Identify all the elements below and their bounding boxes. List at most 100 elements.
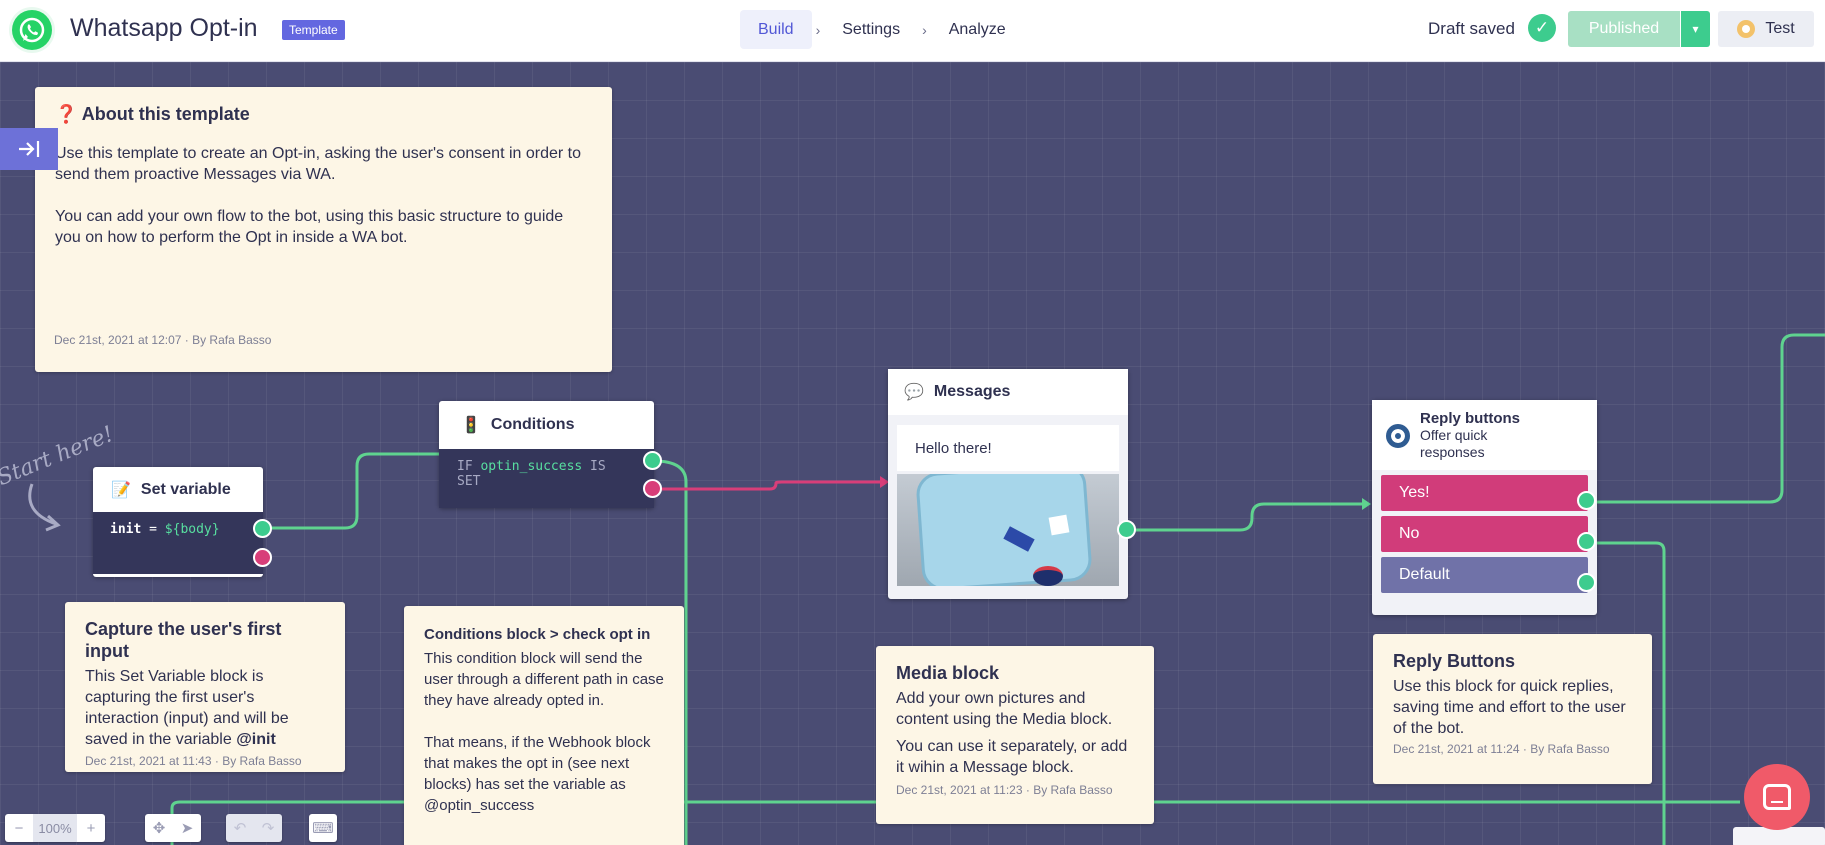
notepad-icon: 📝: [111, 481, 131, 499]
test-button-label: Test: [1765, 20, 1795, 37]
note-capture-input[interactable]: Capture the user's first input This Set …: [65, 602, 345, 772]
arrow-head: [1362, 498, 1371, 510]
top-header: Whatsapp Opt-in Template Build › Setting…: [0, 0, 1825, 62]
variable-name: init: [110, 522, 142, 537]
output-failure-dot[interactable]: [253, 548, 272, 567]
note-conditions[interactable]: Conditions block > check opt in This con…: [404, 606, 684, 845]
chevron-right-icon: ›: [815, 21, 821, 38]
output-false-dot[interactable]: [643, 479, 662, 498]
block-body: init = ${body}: [93, 512, 263, 574]
note-title: ❓ About this template: [55, 104, 250, 124]
zoom-in-button[interactable]: +: [77, 814, 105, 842]
wire-yes-out: [1586, 333, 1825, 504]
note-about-template[interactable]: ❓ About this template Use this template …: [35, 87, 612, 372]
note-paragraph: You can use it separately, or add it wih…: [896, 738, 1128, 776]
canvas-toolbar: − 100% + ✥ ➤ ↶ ↷ ⌨: [0, 807, 360, 845]
reply-option-no[interactable]: No: [1381, 516, 1588, 552]
curved-arrow-icon: [28, 483, 61, 532]
note-paragraph: This Set Variable block is capturing the…: [85, 668, 289, 748]
chevron-right-icon: ›: [922, 21, 927, 38]
tab-settings[interactable]: Settings: [824, 10, 918, 49]
template-badge: Template: [282, 20, 345, 40]
history-tools: ↶ ↷: [226, 814, 282, 842]
wire-setvar-to-conditions: [263, 452, 440, 530]
note-media-block[interactable]: Media block Add your own pictures and co…: [876, 646, 1154, 824]
output-true-dot[interactable]: [643, 451, 662, 470]
note-title: Media block: [896, 663, 1000, 683]
keyboard-icon[interactable]: ⌨: [309, 814, 337, 842]
note-paragraph: You can add your own flow to the bot, us…: [55, 208, 564, 246]
tab-build[interactable]: Build: [740, 10, 812, 49]
collapse-arrow-icon: [19, 141, 40, 157]
block-messages[interactable]: 💬 Messages Hello there!: [888, 369, 1136, 599]
bot-title[interactable]: Whatsapp Opt-in: [70, 14, 258, 43]
sticker-decoration: [1033, 566, 1063, 586]
test-button[interactable]: Test: [1718, 11, 1814, 47]
output-no-dot[interactable]: [1577, 532, 1596, 551]
cursor-tools: ✥ ➤: [145, 814, 201, 842]
help-chat-button[interactable]: [1744, 764, 1810, 830]
output-yes-dot[interactable]: [1577, 491, 1596, 510]
keyboard-tools: ⌨: [309, 814, 337, 842]
note-meta: Dec 21st, 2021 at 11:23 · By Rafa Basso: [896, 783, 1113, 797]
output-success-dot[interactable]: [253, 519, 272, 538]
block-title: Messages: [933, 383, 1011, 400]
message-text: Hello there!: [897, 425, 1119, 471]
main-nav: Build › Settings › Analyze: [740, 10, 1024, 49]
pointer-tool-icon[interactable]: ➤: [173, 814, 201, 842]
tab-analyze[interactable]: Analyze: [931, 10, 1024, 49]
block-title: Conditions: [490, 416, 575, 433]
note-title: Capture the user's first input: [85, 619, 282, 661]
block-header: 🚦 Conditions: [439, 401, 654, 449]
redo-icon[interactable]: ↷: [254, 814, 282, 842]
whatsapp-logo-icon: [12, 10, 52, 50]
pan-tool-icon[interactable]: ✥: [145, 814, 173, 842]
note-meta: Dec 21st, 2021 at 12:07 · By Rafa Basso: [54, 333, 272, 347]
zoom-controls: − 100% +: [5, 814, 105, 842]
condition-variable: optin_success: [480, 459, 583, 474]
check-icon: ✓: [1528, 14, 1556, 42]
output-dot[interactable]: [1117, 520, 1136, 539]
block-title: Reply buttons: [1420, 410, 1520, 427]
note-meta: Dec 21st, 2021 at 11:43 · By Rafa Basso: [85, 754, 302, 768]
block-reply-buttons[interactable]: Reply buttons Offer quick responses Yes!…: [1372, 400, 1597, 615]
zoom-out-button[interactable]: −: [5, 814, 33, 842]
whatsapp-icon: [1737, 20, 1756, 38]
output-default-dot[interactable]: [1577, 573, 1596, 592]
speech-bubble-icon: 💬: [904, 384, 924, 401]
traffic-light-icon: 🚦: [461, 417, 481, 434]
undo-icon[interactable]: ↶: [226, 814, 254, 842]
flow-canvas[interactable]: ❓ About this template Use this template …: [0, 62, 1825, 845]
reply-option-default[interactable]: Default: [1381, 557, 1588, 593]
variable-value: ${body}: [164, 522, 220, 537]
zoom-level[interactable]: 100%: [33, 814, 77, 842]
wire-conditions-false-to-messages: [654, 480, 880, 491]
collapse-panel-button[interactable]: [0, 128, 58, 170]
block-conditions[interactable]: 🚦 Conditions IF optin_success IS SET: [439, 401, 662, 508]
block-header: 📝 Set variable: [93, 467, 263, 512]
block-subtitle: Offer quick responses: [1420, 427, 1488, 460]
block-title: Set variable: [140, 480, 231, 498]
note-paragraph: Add your own pictures and content using …: [896, 690, 1113, 728]
note-variable: @init: [236, 731, 276, 748]
radio-button-icon: [1386, 424, 1410, 448]
reply-option-yes[interactable]: Yes!: [1381, 475, 1588, 511]
publish-button[interactable]: Published: [1568, 11, 1680, 47]
sticker-decoration: [1048, 514, 1070, 536]
note-title: Reply Buttons: [1393, 651, 1516, 671]
block-header: Reply buttons Offer quick responses: [1372, 400, 1597, 470]
chat-icon: [1763, 784, 1791, 810]
block-body: IF optin_success IS SET: [439, 449, 654, 508]
note-meta: Dec 21st, 2021 at 11:24 · By Rafa Basso: [1393, 742, 1610, 756]
block-set-variable[interactable]: 📝 Set variable init = ${body}: [93, 467, 272, 577]
chevron-down-icon[interactable]: ▾: [1681, 11, 1710, 47]
assign-operator: =: [141, 522, 165, 537]
note-reply-buttons[interactable]: Reply Buttons Use this block for quick r…: [1373, 634, 1652, 784]
question-mark-icon: ❓: [55, 104, 78, 124]
wire-messages-to-reply: [1118, 502, 1362, 532]
note-paragraph: This condition block will send the user …: [424, 650, 664, 709]
note-paragraph: Use this template to create an Opt-in, a…: [55, 145, 581, 183]
draft-status: Draft saved: [1428, 19, 1515, 38]
message-media-image: [897, 474, 1119, 586]
keyword-if: IF: [457, 459, 481, 474]
